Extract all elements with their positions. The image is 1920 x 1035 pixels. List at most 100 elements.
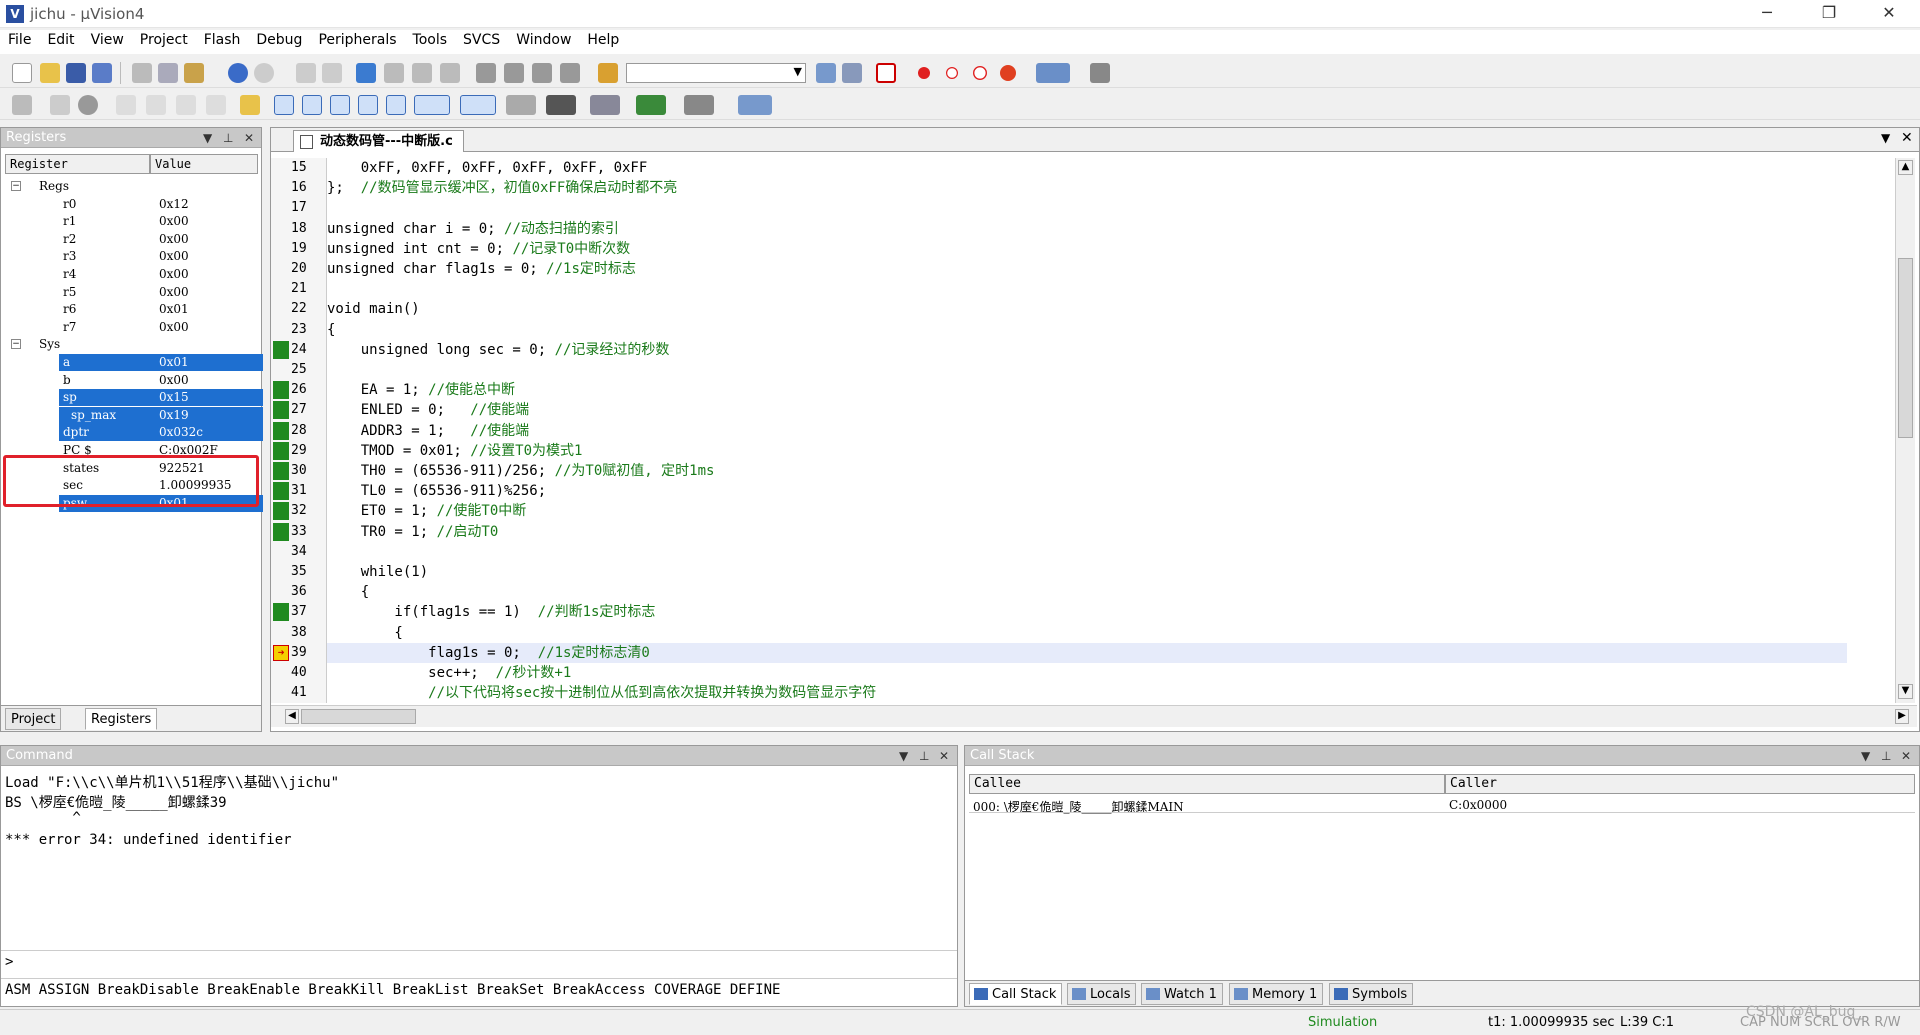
line-number[interactable]: 29 [271,441,327,461]
scroll-thumb[interactable] [1898,258,1913,438]
col-callee[interactable]: Callee [969,774,1445,794]
line-number[interactable]: 17 [271,198,327,218]
code-line[interactable]: //以下代码将sec按十进制位从低到高依次提取并转换为数码管显示字符 [327,683,1847,703]
line-number[interactable]: 25 [271,360,327,380]
col-value[interactable]: Value [150,154,258,174]
collapse-icon[interactable]: − [11,181,21,191]
menu-edit[interactable]: Edit [39,30,82,50]
tab-registers[interactable]: Registers [85,708,158,730]
menu-svcs[interactable]: SVCS [455,30,508,50]
insert-breakpoint-icon[interactable] [918,67,930,79]
step-out-icon[interactable] [176,95,196,115]
kill-all-breakpoints-icon[interactable] [1000,65,1016,81]
line-number[interactable]: 34 [271,542,327,562]
register-row[interactable]: r5 0x00 [3,284,263,301]
line-number[interactable]: 26 [271,380,327,400]
panel-close-icon[interactable]: ✕ [244,128,254,148]
register-value[interactable]: 0x00 [159,284,189,301]
window-layout-icon[interactable] [1036,63,1070,83]
code-line[interactable] [327,360,1847,380]
scroll-right-icon[interactable]: ▶ [1895,709,1909,724]
register-value[interactable]: 0x01 [159,354,189,371]
code-line[interactable]: unsigned long sec = 0; //记录经过的秒数 [327,340,1847,360]
analysis-window-icon[interactable] [546,95,576,115]
register-row[interactable]: r4 0x00 [3,266,263,283]
panel-close-icon[interactable]: ✕ [1901,746,1911,766]
watch-window-icon[interactable] [414,95,450,115]
horizontal-scrollbar[interactable]: ◀ ▶ [271,705,1917,727]
panel-menu-icon[interactable]: ▼ [899,746,908,766]
tab-call-stack[interactable]: Call Stack [969,983,1063,1005]
line-number[interactable]: 30 [271,461,327,481]
pin-icon[interactable]: ⊥ [1881,746,1891,766]
undo-icon[interactable] [228,63,248,83]
code-line[interactable]: { [327,582,1847,602]
call-stack-caller[interactable]: C:0x0000 [1449,798,1507,812]
system-viewer-icon[interactable] [636,95,666,115]
line-number[interactable]: 41 [271,683,327,703]
register-value[interactable]: 0x15 [159,389,189,406]
line-number[interactable]: 32 [271,501,327,521]
comment-icon[interactable] [532,63,552,83]
code-line[interactable]: unsigned char flag1s = 0; //1s定时标志 [327,259,1847,279]
register-row[interactable]: r3 0x00 [3,248,263,265]
register-row[interactable]: r0 0x12 [3,196,263,213]
line-number[interactable]: 18 [271,219,327,239]
line-number[interactable]: 16 [271,178,327,198]
register-row[interactable]: r2 0x00 [3,231,263,248]
editor-tab-file[interactable]: 动态数码管---中断版.c [293,130,464,152]
code-line[interactable]: EA = 1; //使能总中断 [327,380,1847,400]
command-prompt[interactable]: > [5,954,13,970]
line-number[interactable]: 21 [271,279,327,299]
configure-icon[interactable] [1090,63,1110,83]
open-folder-icon[interactable] [40,63,60,83]
line-number[interactable]: 15 [271,158,327,178]
code-area[interactable]: 15 0xFF, 0xFF, 0xFF, 0xFF, 0xFF, 0xFF 16}… [271,158,1891,703]
indent-icon[interactable] [476,63,496,83]
call-stack-window-icon[interactable] [386,95,406,115]
find-in-files-icon[interactable] [598,63,618,83]
bookmark-icon[interactable] [356,63,376,83]
code-line[interactable]: ET0 = 1; //使能T0中断 [327,501,1847,521]
copy-icon[interactable] [158,63,178,83]
step-into-icon[interactable] [116,95,136,115]
find-icon[interactable] [816,63,836,83]
line-number[interactable]: 23 [271,320,327,340]
cut-icon[interactable] [132,63,152,83]
code-line[interactable]: flag1s = 0; //1s定时标志清0 [327,642,1847,663]
show-next-statement-icon[interactable] [240,95,260,115]
scroll-down-icon[interactable]: ▼ [1898,684,1913,699]
register-value[interactable]: 0x19 [159,407,189,424]
line-number[interactable]: 31 [271,481,327,501]
unindent-icon[interactable] [504,63,524,83]
run-icon[interactable] [50,95,70,115]
stop-icon[interactable] [78,95,98,115]
enable-breakpoint-icon[interactable] [946,67,958,79]
paste-icon[interactable] [184,63,204,83]
code-line[interactable]: 0xFF, 0xFF, 0xFF, 0xFF, 0xFF, 0xFF [327,158,1847,178]
find-combo[interactable]: ▼ [626,63,806,83]
save-icon[interactable] [66,63,86,83]
code-line[interactable]: { [327,320,1847,340]
pin-icon[interactable]: ⊥ [223,128,233,148]
register-row[interactable]: Regs − [3,178,263,195]
register-row[interactable]: r1 0x00 [3,213,263,230]
save-all-icon[interactable] [92,63,112,83]
trace-window-icon[interactable] [590,95,620,115]
register-row[interactable]: dptr 0x032c [3,424,263,442]
code-line[interactable]: void main() [327,299,1847,319]
line-number[interactable]: 37 [271,602,327,622]
code-line[interactable]: TMOD = 0x01; //设置T0为模式1 [327,441,1847,461]
code-line[interactable]: { [327,623,1847,643]
register-row[interactable]: Sys − [3,336,263,353]
scroll-left-icon[interactable]: ◀ [285,709,299,724]
nav-back-icon[interactable] [296,63,316,83]
disable-all-breakpoints-icon[interactable] [973,66,987,80]
line-number[interactable]: 27 [271,400,327,420]
register-value[interactable]: 0x12 [159,196,189,213]
line-number[interactable]: 40 [271,663,327,683]
run-to-cursor-icon[interactable] [206,95,226,115]
reset-icon[interactable] [12,95,32,115]
menu-view[interactable]: View [83,30,132,50]
code-line[interactable]: sec++; //秒计数+1 [327,663,1847,683]
